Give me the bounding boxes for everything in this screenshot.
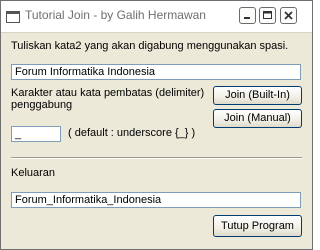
minimize-button[interactable] — [239, 7, 256, 24]
join-builtin-button[interactable]: Join (Built-In) — [213, 86, 302, 105]
app-window-icon[interactable] — [6, 10, 20, 23]
maximize-icon — [263, 11, 272, 19]
form-panel: Tuliskan kata2 yang akan digabung menggu… — [2, 33, 312, 249]
output-textbox[interactable]: Forum_Informatika_Indonesia — [11, 192, 301, 208]
delimiter-label-line2: penggabung — [11, 99, 73, 111]
input-label: Tuliskan kata2 yang akan digabung menggu… — [11, 40, 289, 52]
close-icon — [284, 11, 293, 20]
close-button[interactable] — [280, 7, 297, 24]
separator-line — [11, 157, 302, 159]
delimiter-hint: ( default : underscore {_} ) — [68, 127, 196, 139]
window-title: Tutorial Join - by Galih Hermawan — [25, 8, 206, 22]
app-window: Tutorial Join - by Galih Hermawan Tulisk… — [0, 0, 313, 250]
close-program-button[interactable]: Tutup Program — [213, 215, 302, 237]
delimiter-textbox[interactable]: _ — [11, 126, 61, 142]
minimize-icon — [244, 17, 250, 19]
output-label: Keluaran — [11, 167, 56, 179]
join-manual-button[interactable]: Join (Manual) — [213, 109, 302, 128]
maximize-button[interactable] — [259, 7, 276, 24]
title-bar[interactable]: Tutorial Join - by Galih Hermawan — [1, 1, 312, 33]
input-textbox[interactable]: Forum Informatika Indonesia — [11, 64, 301, 80]
